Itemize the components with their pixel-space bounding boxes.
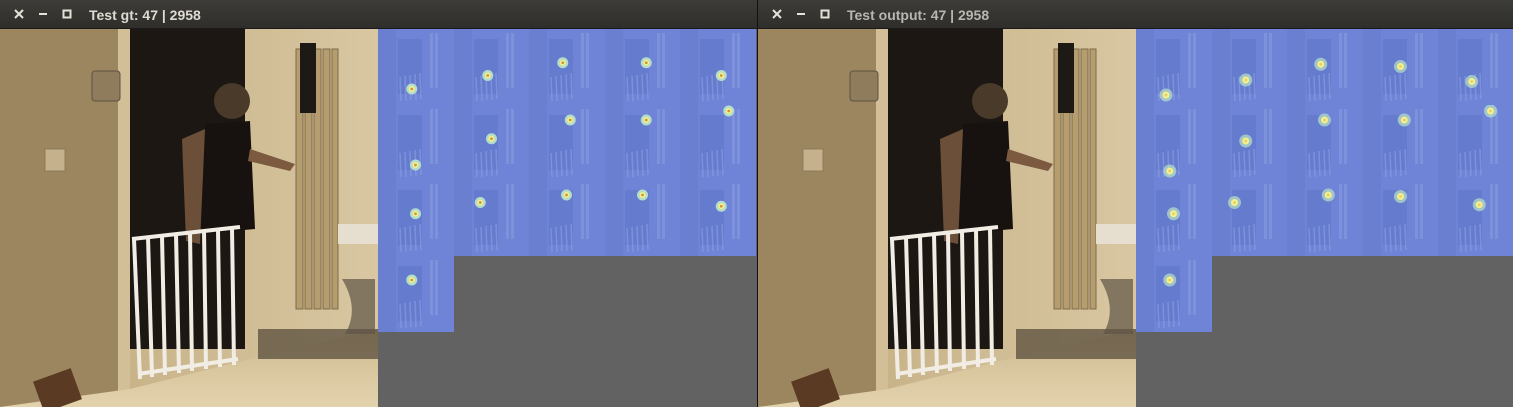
window-test-gt: Test gt: 47 | 2958 [0,0,757,407]
heatmap-cell [1287,29,1363,105]
heatmap-cell [454,180,530,256]
heatmap-cell [1136,180,1212,256]
heatmap-cell [1212,105,1288,181]
titlebar: Test output: 47 | 2958 [758,0,1513,29]
heatmap-cell [1136,256,1212,332]
window-title: Test gt: 47 | 2958 [89,7,201,23]
heatmap-cell [1136,29,1212,105]
heatmap-cell [1438,180,1513,256]
heatmap-cell [1438,105,1513,181]
close-icon[interactable] [12,7,26,21]
heatmap-cell [378,105,454,181]
heatmap-cell [454,105,530,181]
heatmap-cell [378,256,454,332]
heatmap-cell [529,105,605,181]
heatmap-cell [605,105,681,181]
heatmap-cell [1287,180,1363,256]
heatmap-cell [680,29,756,105]
heatmap-cell [1136,105,1212,181]
heatmap-cell [378,180,454,256]
window-title: Test output: 47 | 2958 [847,7,990,23]
heatmap-cell [605,180,681,256]
heatmap-grid [1136,29,1513,407]
minimize-icon[interactable] [794,7,808,21]
minimize-icon[interactable] [36,7,50,21]
heatmap-cell [378,29,454,105]
heatmap-cell [454,29,530,105]
heatmap-cell [605,29,681,105]
window-content [0,29,757,407]
maximize-icon[interactable] [818,7,832,21]
heatmap-cell [1212,180,1288,256]
maximize-icon[interactable] [60,7,74,21]
camera-frame-image [0,29,378,407]
heatmap-cell [1212,29,1288,105]
heatmap-cell [1363,29,1439,105]
heatmap-cell [529,180,605,256]
heatmap-cell [1363,105,1439,181]
heatmap-grid [378,29,757,407]
window-test-output: Test output: 47 | 2958 [758,0,1513,407]
heatmap-cell [1287,105,1363,181]
window-content [758,29,1513,407]
heatmap-cell [1363,180,1439,256]
heatmap-cell [1438,29,1513,105]
heatmap-cell [529,29,605,105]
camera-frame-image [758,29,1136,407]
close-icon[interactable] [770,7,784,21]
titlebar: Test gt: 47 | 2958 [0,0,757,29]
heatmap-cell [680,105,756,181]
heatmap-cell [680,180,756,256]
